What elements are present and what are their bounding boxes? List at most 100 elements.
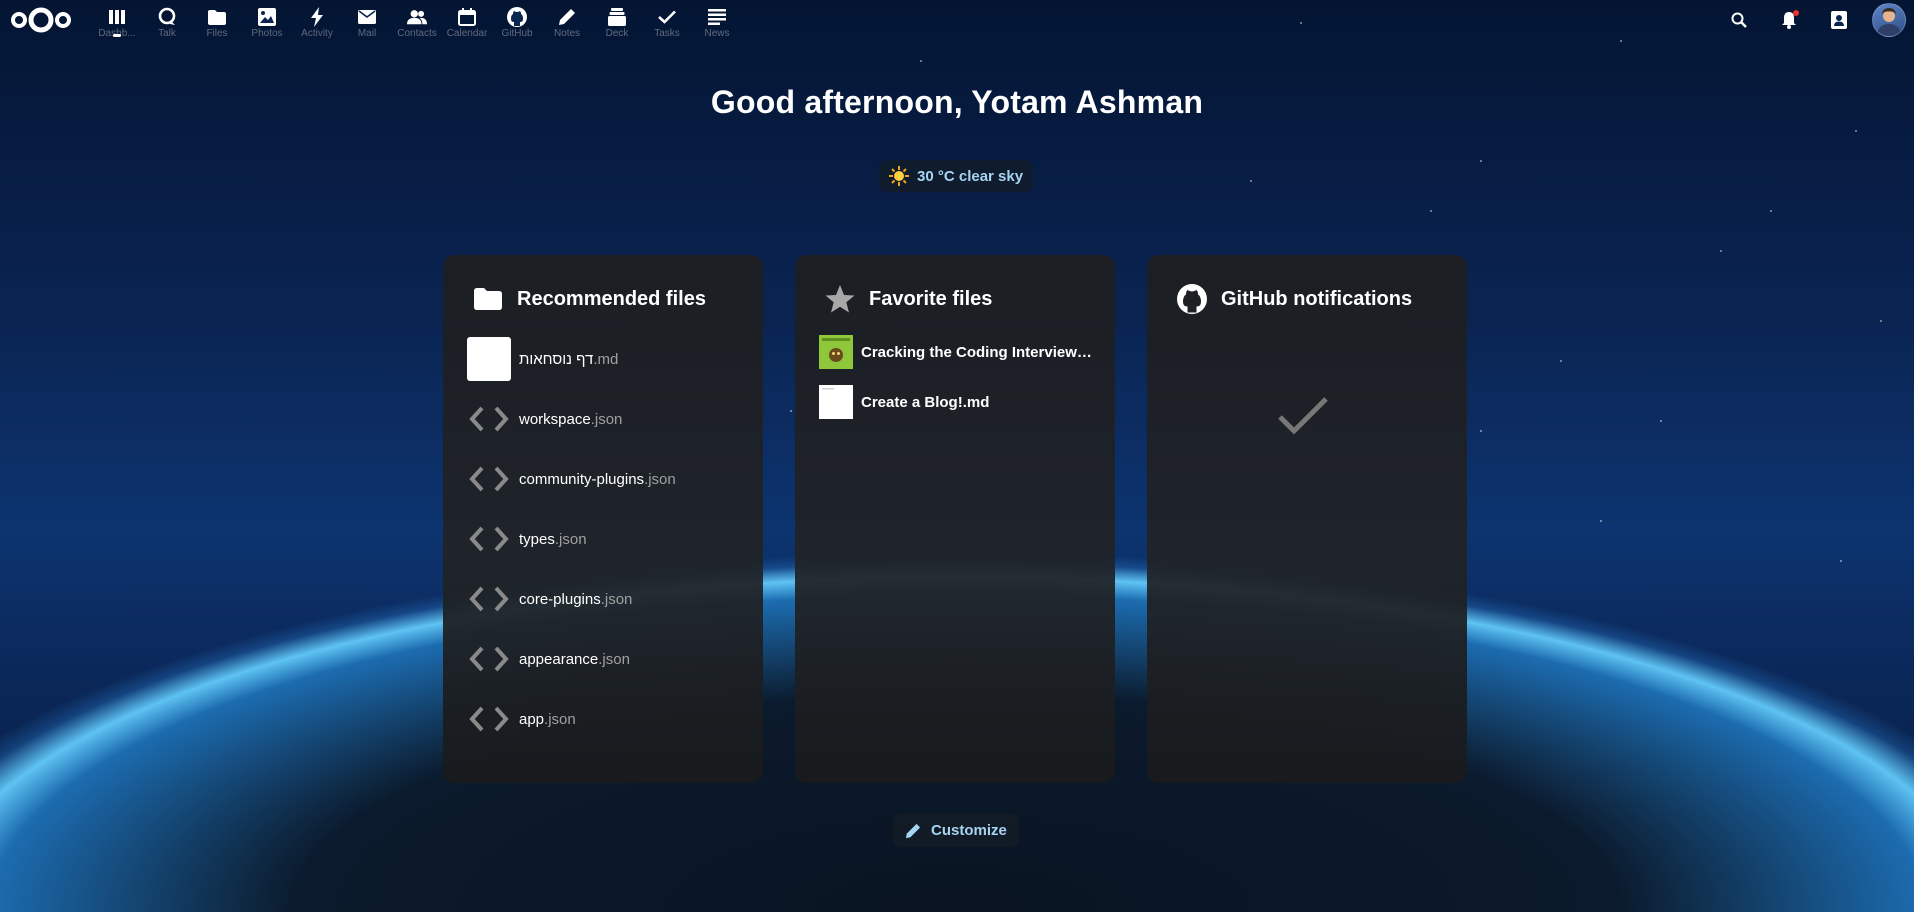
search-icon	[1731, 12, 1747, 28]
app-label: Activity	[301, 28, 333, 39]
active-indicator	[113, 34, 121, 37]
app-label: Deck	[605, 28, 629, 39]
customize-button[interactable]: Customize	[893, 814, 1019, 847]
calendar-icon	[457, 7, 477, 27]
file-extension: .json	[598, 650, 630, 668]
file-item[interactable]: core-plugins .json	[443, 569, 763, 629]
top-navigation-bar: Dashb... Talk Files Photos Activity Mail…	[0, 0, 1914, 40]
file-name: types	[519, 530, 555, 548]
dashboard-icon	[107, 7, 127, 27]
favorite-files-panel: Favorite files Cracking the Coding Inter…	[795, 255, 1115, 783]
notification-badge	[1793, 10, 1799, 16]
contacts-icon	[407, 7, 427, 27]
file-item[interactable]: community-plugins .json	[443, 449, 763, 509]
document-thumbnail	[467, 337, 511, 381]
customize-label: Customize	[931, 822, 1007, 839]
app-contacts[interactable]: Contacts	[392, 0, 442, 40]
app-label: Photos	[251, 28, 283, 39]
app-menu: Dashb... Talk Files Photos Activity Mail…	[92, 0, 742, 40]
lightning-icon	[307, 7, 327, 27]
check-icon	[1278, 397, 1328, 435]
panel-title: Recommended files	[517, 287, 706, 310]
folder-icon	[473, 284, 503, 314]
file-name: app	[519, 710, 545, 728]
file-name: appearance	[519, 650, 599, 668]
deck-icon	[607, 7, 627, 27]
app-calendar[interactable]: Calendar	[442, 0, 492, 40]
pencil-icon	[557, 7, 577, 27]
file-name: workspace	[519, 410, 591, 428]
app-talk[interactable]: Talk	[142, 0, 192, 40]
header-right-menu	[1714, 0, 1914, 40]
favorite-file-item[interactable]: Create a Blog!.md	[795, 377, 1115, 427]
code-icon	[467, 397, 511, 441]
search-button[interactable]	[1714, 0, 1764, 40]
contacts-menu-button[interactable]	[1814, 0, 1864, 40]
file-item[interactable]: appearance .json	[443, 629, 763, 689]
app-label: Mail	[357, 28, 377, 39]
folder-icon	[207, 7, 227, 27]
check-icon	[657, 7, 677, 27]
app-news[interactable]: News	[692, 0, 742, 40]
contact-card-icon	[1831, 11, 1847, 29]
app-notes[interactable]: Notes	[542, 0, 592, 40]
news-icon	[707, 7, 727, 27]
file-extension: .json	[590, 410, 623, 428]
app-label: Files	[206, 28, 228, 39]
greeting-heading: Good afternoon, Yotam Ashman	[710, 84, 1204, 120]
notifications-button[interactable]	[1764, 0, 1814, 40]
file-name: Cracking the Coding Interview -...	[861, 343, 1093, 361]
github-icon	[507, 7, 527, 27]
app-github[interactable]: GitHub	[492, 0, 542, 40]
app-dashboard[interactable]: Dashb...	[92, 0, 142, 40]
file-extension: .md	[593, 350, 619, 368]
app-deck[interactable]: Deck	[592, 0, 642, 40]
star-icon	[825, 284, 855, 314]
panel-header: Recommended files	[443, 279, 763, 319]
user-menu-button[interactable]	[1864, 0, 1914, 40]
sun-icon	[889, 166, 909, 186]
file-extension: .json	[544, 710, 576, 728]
pencil-icon	[905, 823, 921, 838]
app-mail[interactable]: Mail	[342, 0, 392, 40]
document-thumbnail	[819, 385, 853, 419]
code-icon	[467, 637, 511, 681]
file-name: community-plugins	[519, 470, 645, 488]
weather-status[interactable]: 30 °C clear sky	[879, 160, 1034, 192]
panel-title: Favorite files	[869, 287, 993, 310]
file-item[interactable]: workspace .json	[443, 389, 763, 449]
code-icon	[467, 457, 511, 501]
file-extension: .json	[554, 530, 587, 548]
app-label: GitHub	[501, 28, 533, 39]
recommended-files-panel: Recommended files דף נוסחאות .md workspac…	[443, 255, 763, 783]
panel-title: GitHub notifications	[1221, 287, 1413, 310]
mail-icon	[357, 7, 377, 27]
avatar	[1872, 3, 1906, 37]
github-icon	[1177, 284, 1207, 314]
book-cover-thumbnail	[819, 335, 853, 369]
app-label: Talk	[158, 28, 176, 39]
image-icon	[257, 7, 277, 27]
app-files[interactable]: Files	[192, 0, 242, 40]
file-name: דף נוסחאות	[519, 350, 594, 368]
file-extension: .json	[644, 470, 676, 488]
file-name: Create a Blog!.md	[861, 393, 990, 411]
app-photos[interactable]: Photos	[242, 0, 292, 40]
talk-icon	[157, 7, 177, 27]
file-item[interactable]: types .json	[443, 509, 763, 569]
file-item[interactable]: app .json	[443, 689, 763, 749]
weather-text: 30 °C clear sky	[917, 167, 1024, 185]
app-activity[interactable]: Activity	[292, 0, 342, 40]
favorite-file-item[interactable]: Cracking the Coding Interview -...	[795, 327, 1115, 377]
file-extension: .json	[600, 590, 633, 608]
file-item[interactable]: דף נוסחאות .md	[443, 329, 763, 389]
app-label: Calendar	[446, 28, 488, 39]
github-notifications-panel: GitHub notifications	[1147, 255, 1467, 783]
nextcloud-logo[interactable]	[10, 6, 72, 34]
code-icon	[467, 577, 511, 621]
app-label: Contacts	[397, 28, 437, 39]
file-name: core-plugins	[519, 590, 601, 608]
app-label: News	[704, 28, 730, 39]
code-icon	[467, 517, 511, 561]
app-tasks[interactable]: Tasks	[642, 0, 692, 40]
